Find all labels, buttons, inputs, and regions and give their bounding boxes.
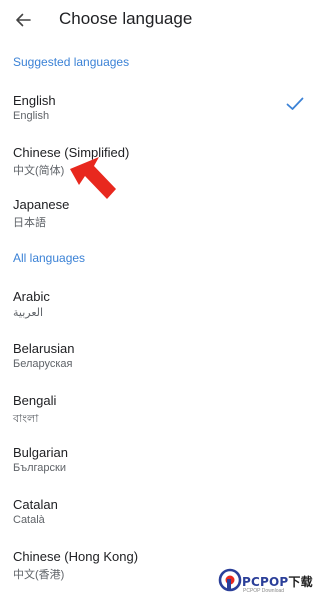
language-name: Bulgarian: [13, 445, 68, 460]
language-name: English: [13, 93, 56, 108]
language-item-bengali[interactable]: Bengali বাংলা: [0, 393, 320, 441]
arrow-left-icon: [16, 13, 31, 27]
language-native-name: English: [13, 110, 50, 122]
language-name: Catalan: [13, 497, 58, 512]
back-button[interactable]: [10, 8, 36, 32]
language-item-belarusian[interactable]: Belarusian Беларуская: [0, 341, 320, 389]
language-native-name: العربية: [13, 307, 44, 319]
language-name: Belarusian: [13, 341, 75, 356]
watermark-subtext: PCPOP Download: [243, 588, 285, 594]
section-header-suggested: Suggested languages: [13, 55, 130, 69]
language-item-english[interactable]: English English: [0, 93, 320, 141]
language-name: Arabic: [13, 289, 50, 304]
language-native-name: Català: [13, 514, 45, 526]
language-item-arabic[interactable]: Arabic العربية: [0, 289, 320, 337]
language-name: Japanese: [13, 197, 70, 212]
pcpop-logo-icon: [218, 568, 242, 592]
language-native-name: Български: [13, 462, 66, 474]
annotation-arrow-icon: [70, 157, 116, 199]
language-item-catalan[interactable]: Catalan Català: [0, 497, 320, 545]
watermark: PCPOP下载 PCPOP Download: [218, 566, 318, 598]
language-item-bulgarian[interactable]: Bulgarian Български: [0, 445, 320, 493]
language-item-japanese[interactable]: Japanese 日本語: [0, 197, 320, 245]
check-icon: [286, 97, 304, 110]
language-native-name: Беларуская: [13, 358, 73, 370]
language-native-name: 中文(香港): [13, 569, 65, 581]
language-native-name: বাংলা: [13, 413, 39, 425]
language-native-name: 中文(简体): [13, 165, 65, 177]
app-bar: Choose language: [0, 0, 320, 40]
section-header-all: All languages: [13, 251, 86, 265]
page-title: Choose language: [59, 9, 193, 28]
language-native-name: 日本語: [13, 217, 46, 229]
language-name: Chinese (Hong Kong): [13, 549, 139, 564]
language-item-chinese-simplified[interactable]: Chinese (Simplified) 中文(简体): [0, 145, 320, 193]
language-name: Bengali: [13, 393, 57, 408]
